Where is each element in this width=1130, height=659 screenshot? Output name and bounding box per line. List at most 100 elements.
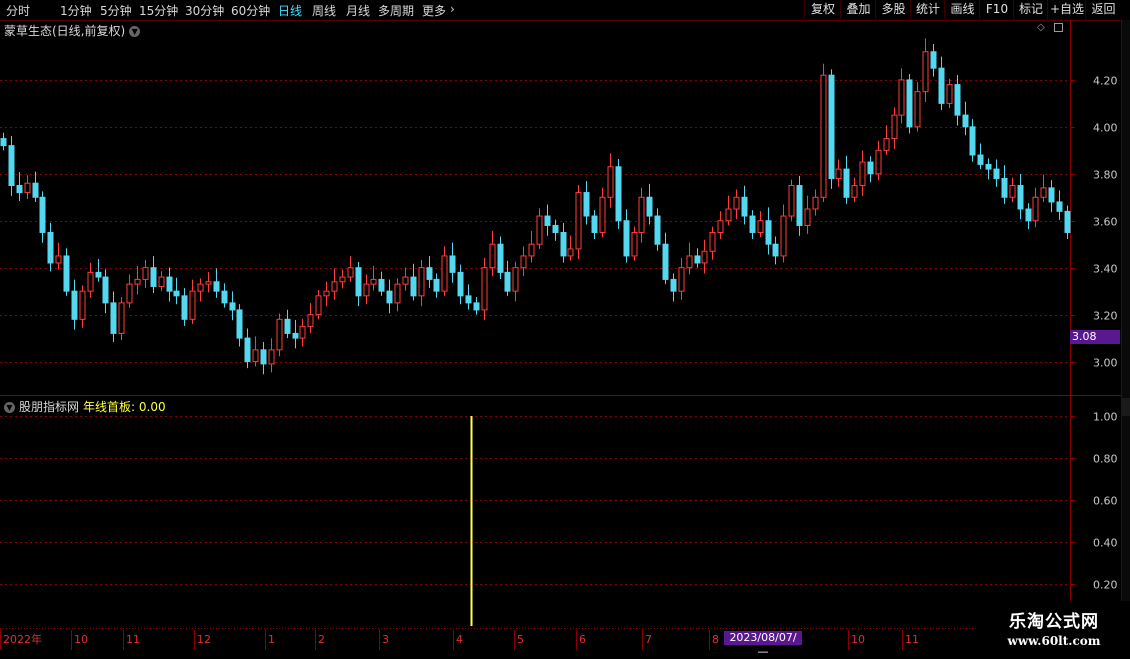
candle-body [930,51,937,69]
candle [709,226,716,260]
candle [820,63,827,202]
x-axis-label: 11 [905,633,919,646]
x-axis-label: 12 [197,633,211,646]
candle [686,242,693,275]
indicator-title: ▼ 股朋指标网 年线首板: 0.00 [4,398,166,415]
candle-body [150,267,157,287]
candle [631,226,638,261]
candle-body [260,349,267,365]
candle-body [39,196,46,233]
cursor-date-tag: 2023/08/07/— [724,631,802,658]
candle [47,222,54,272]
candle-body [725,208,732,222]
candle-body [307,314,314,327]
candle-body [158,276,165,287]
candle [1040,174,1047,202]
candle [757,211,764,238]
candle-body [812,196,819,210]
candle [299,318,306,347]
x-axis-label: 10 [74,633,88,646]
candle-body [946,84,953,104]
candle [859,150,866,196]
window-toggle-icon[interactable] [1054,23,1063,32]
candle-body [914,91,921,128]
sidebar-tab[interactable] [1121,398,1130,416]
candle-body [473,302,480,311]
candle-body [851,185,858,198]
candle [55,242,62,270]
candle [835,159,842,187]
candle [473,297,480,315]
candle-body [1032,196,1039,222]
indicator-label: 年线首板: [83,400,136,414]
candle-body [662,243,669,280]
candle-body [16,185,23,194]
price-tick-label: 4.00 [1093,122,1118,135]
candle [733,189,740,220]
candle-body [205,281,212,285]
kline-chart[interactable]: 4.20 4.00 3.80 3.60 3.40 3.20 3.00 1.00 0.80 0.6… [0,0,1130,650]
candle [197,278,204,302]
candle [134,266,141,295]
candle-body [567,248,574,257]
indicator-name: 股朋指标网 [19,400,80,414]
candle-body [796,185,803,226]
candle-body [1017,185,1024,210]
candle-body [331,281,338,292]
candle-body [512,267,519,292]
candle [796,175,803,236]
price-tick-label: 4.20 [1093,75,1118,88]
candle [79,285,86,328]
candle-body [1048,187,1055,203]
candle-body [631,231,638,257]
candle [426,256,433,288]
candle-body [1009,185,1016,198]
candle [828,69,835,189]
candle-body [575,192,582,250]
candle-body [1064,210,1071,233]
candle-body [859,161,866,187]
candle-body [883,138,890,151]
chevron-down-icon[interactable]: ▼ [4,402,15,413]
candle-body [55,255,62,264]
candle-body [749,215,756,233]
watermark: 乐淘公式网 www.60lt.com [978,601,1130,650]
candle [1048,180,1055,213]
x-axis-label: 6 [579,633,586,646]
candle-body [875,149,882,175]
candle [497,236,504,279]
chevron-down-icon[interactable]: ▼ [129,26,141,37]
indicator-value: 0.00 [138,400,166,414]
candle-body [441,255,448,292]
candle-body [63,255,70,292]
x-axis-label: 10 [851,633,865,646]
candle-body [370,278,377,285]
candle [985,158,992,180]
candle [638,187,645,243]
candle [1001,165,1008,204]
current-price-tag: 3.08 [1070,330,1120,344]
candle-body [709,231,716,252]
candle [867,156,874,183]
diamond-icon[interactable]: ◇ [1037,23,1047,33]
candle-body [142,267,149,280]
candle-body [922,51,929,93]
candle [583,181,590,225]
candle [954,74,961,126]
candle-body [757,220,764,233]
x-axis-label: 4 [456,633,463,646]
right-sidebar[interactable] [1121,20,1130,630]
indicator-tick-label: 0.40 [1093,537,1118,550]
candle [87,262,94,298]
candle-body [1056,201,1063,212]
candle-body [363,283,370,297]
candle-body [898,79,905,116]
candle-body [780,215,787,257]
candle-body [95,271,102,278]
price-tick-label: 3.60 [1093,216,1118,229]
candle [938,56,945,110]
candle [378,271,385,296]
candle [930,43,937,77]
candle-body [323,290,330,297]
candle [410,263,417,301]
